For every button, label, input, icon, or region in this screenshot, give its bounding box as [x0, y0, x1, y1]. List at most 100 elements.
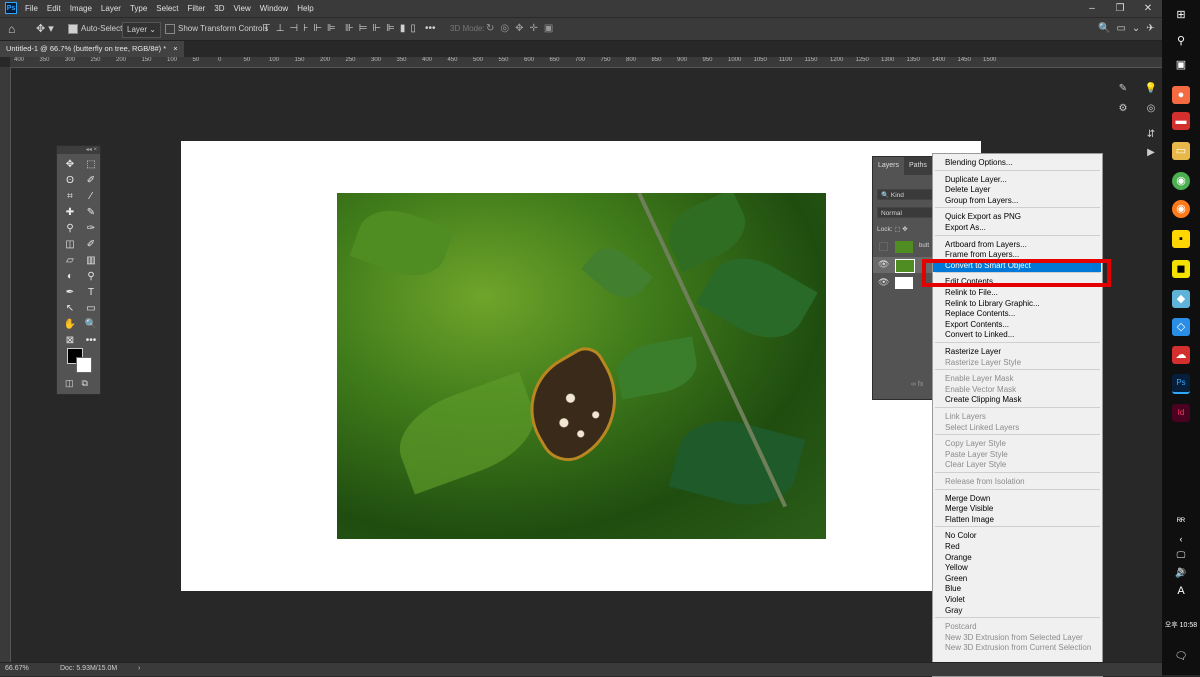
menu-window[interactable]: Window: [260, 4, 288, 13]
adjustments-icon[interactable]: ⚙: [1114, 100, 1132, 118]
context-menu-item[interactable]: Relink to File...: [945, 288, 998, 297]
context-menu-item[interactable]: Frame from Layers...: [945, 250, 1019, 259]
context-menu-item[interactable]: Create Clipping Mask: [945, 395, 1021, 404]
maximize-button[interactable]: ❐: [1106, 0, 1134, 17]
context-menu-item[interactable]: Export Contents...: [945, 320, 1009, 329]
indesign-taskbar-icon[interactable]: Id: [1172, 404, 1190, 422]
tab-paths[interactable]: Paths: [904, 157, 932, 175]
context-menu-item[interactable]: Merge Visible: [945, 504, 993, 513]
menu-image[interactable]: Image: [70, 4, 92, 13]
learn-icon[interactable]: 💡: [1142, 80, 1160, 98]
history-icon[interactable]: ⇵: [1142, 126, 1160, 144]
home-icon[interactable]: ⌂: [8, 22, 15, 36]
creative-cloud-icon[interactable]: ☁: [1172, 346, 1190, 364]
menu-layer[interactable]: Layer: [101, 4, 121, 13]
kind-filter[interactable]: 🔍 Kind: [877, 189, 933, 200]
menu-filter[interactable]: Filter: [188, 4, 206, 13]
auto-select-dropdown[interactable]: Layer ⌄: [122, 22, 161, 38]
menu-edit[interactable]: Edit: [47, 4, 61, 13]
kakaotalk-icon[interactable]: ◼: [1172, 260, 1190, 278]
link-layers-icon[interactable]: ∞ fx: [911, 381, 923, 388]
tab-layers[interactable]: Layers: [873, 157, 905, 175]
tool-icon[interactable]: ⚲: [61, 222, 79, 236]
tool-icon[interactable]: ✥: [61, 158, 79, 172]
notification-icon[interactable]: 🗨: [1172, 648, 1190, 666]
tool-icon[interactable]: ▥: [82, 254, 100, 268]
tool-icon[interactable]: ⚲: [82, 270, 100, 284]
menu-type[interactable]: Type: [130, 4, 147, 13]
photoshop-taskbar-icon[interactable]: Ps: [1172, 374, 1190, 394]
show-transform-checkbox[interactable]: Show Transform Controls: [165, 22, 268, 36]
chrome-icon[interactable]: ◉: [1172, 172, 1190, 190]
close-button[interactable]: ✕: [1134, 0, 1162, 17]
context-menu-item[interactable]: Violet: [945, 595, 965, 604]
context-menu-item[interactable]: No Color: [945, 531, 977, 540]
tool-icon[interactable]: ʘ: [61, 174, 79, 188]
sticky-notes-icon[interactable]: ▪: [1172, 230, 1190, 248]
context-menu-item[interactable]: Red: [945, 542, 960, 551]
libraries-icon[interactable]: ◎: [1142, 100, 1160, 118]
context-menu-item[interactable]: Convert to Linked...: [945, 330, 1014, 339]
tool-icon[interactable]: ◐: [61, 270, 79, 284]
tool-icon[interactable]: ✎: [82, 206, 100, 220]
tool-icon[interactable]: ◫: [61, 238, 79, 252]
menu-help[interactable]: Help: [297, 4, 313, 13]
visibility-eye-icon[interactable]: 👁: [878, 277, 889, 288]
context-menu-item[interactable]: Blending Options...: [945, 158, 1013, 167]
workspace-icons[interactable]: 🔍▭⌄✈: [1098, 22, 1161, 36]
ime-language[interactable]: A: [1172, 582, 1190, 600]
3d-tool-icons[interactable]: ↻◎✥✛▣: [486, 22, 559, 36]
tool-icon[interactable]: ⌗: [61, 190, 79, 204]
menu-select[interactable]: Select: [156, 4, 178, 13]
context-menu-item[interactable]: Green: [945, 574, 967, 583]
tool-icon[interactable]: ▱: [61, 254, 79, 268]
zoom-level[interactable]: 66.67%: [5, 665, 29, 672]
visibility-eye-icon[interactable]: 👁: [878, 259, 889, 270]
tool-icon[interactable]: ⬚: [82, 158, 100, 172]
tool-icon[interactable]: ↖: [61, 302, 79, 316]
context-menu-item[interactable]: Merge Down: [945, 494, 990, 503]
context-menu-item[interactable]: Artboard from Layers...: [945, 240, 1027, 249]
more-options-button[interactable]: •••: [425, 22, 436, 36]
tool-icon[interactable]: ✐: [82, 238, 100, 252]
task-view-icon[interactable]: ▣: [1172, 56, 1190, 74]
file-explorer-icon[interactable]: ▭: [1172, 142, 1190, 160]
distribute-buttons[interactable]: ⊪⊨⊩⊫▮▯: [345, 22, 421, 36]
search-icon[interactable]: ⚲: [1172, 32, 1190, 50]
context-menu-item[interactable]: Rasterize Layer: [945, 347, 1001, 356]
close-tab-icon[interactable]: ×: [173, 44, 177, 53]
status-menu-arrow[interactable]: ›: [138, 665, 140, 672]
layer-row[interactable]: butt: [873, 239, 937, 255]
document-tab[interactable]: Untitled-1 @ 66.7% (butterfly on tree, R…: [0, 41, 184, 57]
app-icon[interactable]: ●: [1172, 86, 1190, 104]
tool-icon[interactable]: ✒: [61, 286, 79, 300]
context-menu-item[interactable]: Yellow: [945, 563, 968, 572]
context-menu-item[interactable]: Delete Layer: [945, 185, 990, 194]
context-menu-item[interactable]: Quick Export as PNG: [945, 212, 1021, 221]
tool-icon[interactable]: ⁄: [82, 190, 100, 204]
pen-icon[interactable]: ✎: [1172, 562, 1190, 580]
tools-panel-header[interactable]: ◂◂ ×: [57, 146, 100, 154]
app-icon[interactable]: ◆: [1172, 290, 1190, 308]
context-menu-item[interactable]: Relink to Library Graphic...: [945, 299, 1040, 308]
people-icon[interactable]: ᴿᴿ: [1172, 512, 1190, 530]
background-color-swatch[interactable]: [76, 357, 92, 373]
tool-icon[interactable]: •••: [82, 334, 100, 348]
tool-icon[interactable]: 🔍: [82, 318, 100, 332]
butterfly-photo[interactable]: [337, 193, 826, 539]
tool-icon[interactable]: T: [82, 286, 100, 300]
context-menu-item[interactable]: Blue: [945, 584, 961, 593]
move-tool-icon[interactable]: ✥ ▾: [36, 22, 54, 36]
app-icon[interactable]: ◇: [1172, 318, 1190, 336]
brush-settings-icon[interactable]: ✎: [1114, 80, 1132, 98]
firefox-icon[interactable]: ◉: [1172, 200, 1190, 218]
context-menu-item[interactable]: Flatten Image: [945, 515, 994, 524]
context-menu-item[interactable]: Duplicate Layer...: [945, 175, 1007, 184]
context-menu-item[interactable]: Orange: [945, 553, 972, 562]
align-buttons[interactable]: ⊤⊥⊣⊦⊩⊫: [262, 22, 341, 36]
actions-play-icon[interactable]: ▶: [1142, 144, 1160, 162]
tool-icon[interactable]: ▭: [82, 302, 100, 316]
start-icon[interactable]: ⊞: [1172, 6, 1190, 24]
tool-icon[interactable]: ✐: [82, 174, 100, 188]
tool-icon[interactable]: ✑: [82, 222, 100, 236]
